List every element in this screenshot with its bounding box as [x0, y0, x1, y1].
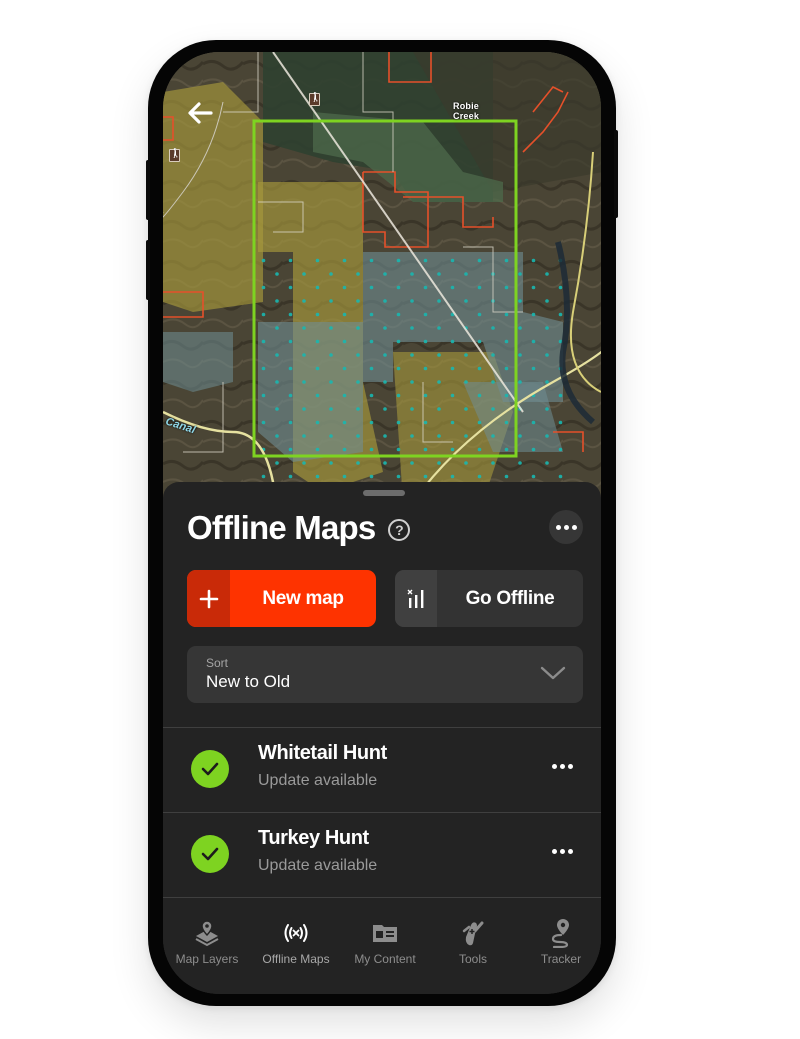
ellipsis-dot [560, 764, 565, 769]
go-offline-button[interactable]: Go Offline [395, 570, 583, 627]
tab-label: Tracker [540, 952, 582, 966]
phone-side-button [146, 160, 150, 220]
map-title: Turkey Hunt [258, 827, 369, 849]
tab-label: My Content [354, 952, 416, 966]
ellipsis-dot [568, 849, 573, 854]
multitool-icon [429, 918, 517, 948]
action-buttons: New map Go Offline [187, 570, 583, 628]
bottom-tab-bar: Map Layers Offline Maps My Content Tools… [163, 900, 601, 994]
offline-signal-icon [252, 918, 340, 948]
sort-dropdown[interactable]: Sort New to Old [187, 646, 583, 703]
check-circle-icon [191, 750, 229, 788]
item-more-button[interactable] [552, 764, 573, 769]
map-canvas[interactable] [163, 52, 601, 502]
more-options-button[interactable] [549, 510, 583, 544]
go-offline-label: Go Offline [465, 587, 555, 609]
sort-value: New to Old [206, 672, 291, 691]
map-status: Update available [258, 857, 378, 874]
new-map-label: New map [262, 587, 344, 609]
ellipsis-icon [552, 764, 557, 769]
map-title: Whitetail Hunt [258, 742, 387, 764]
tab-label: Map Layers [175, 952, 239, 966]
plus-icon [187, 570, 230, 627]
satellite-map[interactable]: Robie Creek Canal [163, 52, 601, 502]
back-button[interactable] [183, 98, 217, 128]
tab-label: Offline Maps [262, 952, 330, 966]
trailhead-icon[interactable] [169, 149, 180, 162]
ellipsis-icon [552, 849, 557, 854]
signal-off-icon [395, 570, 437, 627]
tab-label: Tools [458, 952, 487, 966]
sort-label: Sort [206, 656, 229, 670]
tab-offline-maps[interactable]: Offline Maps [252, 918, 340, 966]
divider [163, 897, 601, 898]
ellipsis-dot [568, 764, 573, 769]
sheet-drag-handle[interactable] [363, 490, 405, 496]
sheet-header: Offline Maps ? [187, 508, 583, 548]
ellipsis-dot [571, 524, 577, 530]
phone-side-button [146, 240, 150, 300]
route-pin-icon [517, 918, 601, 948]
ellipsis-dot [560, 849, 565, 854]
app-screen: Robie Creek Canal Offline Maps ? [163, 52, 601, 994]
question-circle-icon[interactable]: ? [388, 519, 411, 541]
arrow-left-icon [188, 102, 213, 124]
tab-my-content[interactable]: My Content [341, 918, 429, 966]
chevron-down-icon [540, 666, 566, 680]
offline-map-item[interactable]: Turkey Hunt Update available [163, 813, 601, 897]
ellipsis-dot [563, 524, 569, 530]
folder-content-icon [341, 918, 429, 948]
map-status: Update available [258, 772, 378, 789]
tab-tools[interactable]: Tools [429, 918, 517, 966]
check-circle-icon [191, 835, 229, 873]
tab-map-layers[interactable]: Map Layers [163, 918, 251, 966]
map-layers-icon [163, 918, 251, 948]
page-title: Offline Maps [187, 509, 376, 546]
ellipsis-icon [555, 524, 561, 530]
item-more-button[interactable] [552, 849, 573, 854]
trailhead-icon[interactable] [309, 93, 320, 106]
map-label-creek: Robie Creek [453, 101, 480, 121]
offline-map-item[interactable]: Whitetail Hunt Update available [163, 728, 601, 812]
phone-side-button [614, 130, 618, 218]
tab-tracker[interactable]: Tracker [517, 918, 601, 966]
new-map-button[interactable]: New map [187, 570, 376, 627]
